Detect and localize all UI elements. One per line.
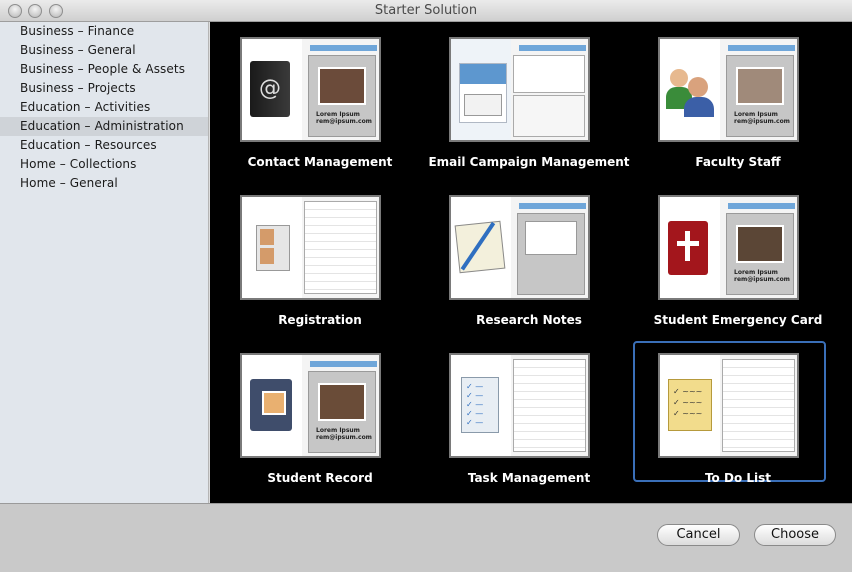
photo-album-icon (250, 379, 292, 431)
template-thumbnail: Lorem Ipsum rem@ipsum.com (240, 353, 381, 458)
lorem-text: Lorem Ipsum rem@ipsum.com (734, 269, 790, 283)
title-bar: Starter Solution (0, 0, 852, 22)
envelope-icon (459, 63, 507, 123)
template-faculty-staff[interactable]: Lorem Ipsum rem@ipsum.com Faculty Staff (638, 37, 838, 187)
sidebar-item-home-general[interactable]: Home – General (0, 174, 208, 193)
portrait-photo (736, 225, 784, 263)
sidebar-item-home-collections[interactable]: Home – Collections (0, 155, 208, 174)
template-label: Student Record (267, 471, 373, 485)
template-label: Email Campaign Management (428, 155, 630, 169)
template-thumbnail: ✓ ~~~ ✓ ~~~ ✓ ~~~ (658, 353, 799, 458)
template-email-campaign-management[interactable]: Email Campaign Management (428, 37, 630, 187)
footer-bar: Cancel Choose (0, 503, 852, 572)
template-registration[interactable]: Registration (220, 195, 420, 345)
template-label: Registration (278, 313, 362, 327)
sidebar-item-education-administration[interactable]: Education – Administration (0, 117, 208, 136)
portrait-photo (736, 67, 784, 105)
lorem-text: Lorem Ipsum rem@ipsum.com (316, 111, 372, 125)
template-thumbnail (449, 37, 590, 142)
template-thumbnail (240, 195, 381, 300)
template-research-notes[interactable]: Research Notes (429, 195, 629, 345)
lorem-text: Lorem Ipsum rem@ipsum.com (734, 111, 790, 125)
template-label: Student Emergency Card (653, 313, 823, 327)
portrait-photo (318, 67, 366, 105)
notepad-pen-icon (454, 220, 506, 274)
sidebar-item-education-activities[interactable]: Education – Activities (0, 98, 208, 117)
address-book-icon: @ (250, 61, 290, 117)
template-thumbnail: @ Lorem Ipsum rem@ipsum.com (240, 37, 381, 142)
registration-cards-icon (256, 225, 290, 271)
lorem-text: Lorem Ipsum rem@ipsum.com (316, 427, 372, 441)
template-student-emergency-card[interactable]: Lorem Ipsum rem@ipsum.com Student Emergen… (638, 195, 838, 345)
template-label: Faculty Staff (695, 155, 781, 169)
template-label: Research Notes (476, 313, 582, 327)
sidebar-item-business-people-assets[interactable]: Business – People & Assets (0, 60, 208, 79)
sidebar-item-business-general[interactable]: Business – General (0, 41, 208, 60)
sidebar-item-business-finance[interactable]: Business – Finance (0, 22, 208, 41)
template-label: Task Management (467, 471, 591, 485)
people-icon (666, 65, 716, 117)
sticky-note-icon: ✓ ~~~ ✓ ~~~ ✓ ~~~ (668, 379, 712, 431)
sidebar-item-education-resources[interactable]: Education – Resources (0, 136, 208, 155)
template-label: Contact Management (247, 155, 393, 169)
checklist-icon: ✓ — ✓ — ✓ — ✓ — ✓ — (461, 377, 499, 433)
template-student-record[interactable]: Lorem Ipsum rem@ipsum.com Student Record (220, 353, 420, 503)
window-title: Starter Solution (374, 3, 478, 18)
medical-book-icon (668, 221, 708, 275)
template-thumbnail (449, 195, 590, 300)
portrait-photo (318, 383, 366, 421)
template-gallery: @ Lorem Ipsum rem@ipsum.com Contact Manag… (210, 22, 852, 503)
template-thumbnail: Lorem Ipsum rem@ipsum.com (658, 195, 799, 300)
template-contact-management[interactable]: @ Lorem Ipsum rem@ipsum.com Contact Manag… (220, 37, 420, 187)
category-sidebar: Business – Finance Business – General Bu… (0, 22, 209, 503)
template-task-management[interactable]: ✓ — ✓ — ✓ — ✓ — ✓ — Task Management (429, 353, 629, 503)
template-to-do-list[interactable]: ✓ ~~~ ✓ ~~~ ✓ ~~~ To Do List (633, 341, 838, 503)
template-label: To Do List (704, 471, 772, 485)
cancel-button[interactable]: Cancel (657, 524, 740, 546)
template-thumbnail: Lorem Ipsum rem@ipsum.com (658, 37, 799, 142)
template-thumbnail: ✓ — ✓ — ✓ — ✓ — ✓ — (449, 353, 590, 458)
sidebar-item-business-projects[interactable]: Business – Projects (0, 79, 208, 98)
choose-button[interactable]: Choose (754, 524, 836, 546)
